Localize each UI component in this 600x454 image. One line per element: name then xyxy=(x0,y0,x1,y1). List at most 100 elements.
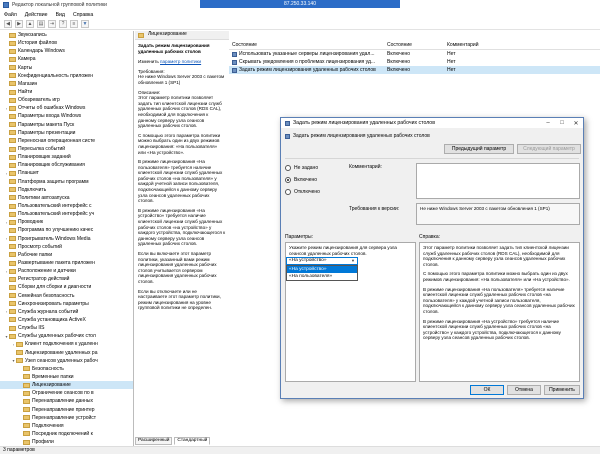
minimize-icon[interactable]: – xyxy=(541,120,555,127)
tree-item[interactable]: Конфиденциальность приложен xyxy=(0,72,133,80)
menu-view[interactable]: Вид xyxy=(56,12,65,18)
option-per-device[interactable]: «На устройство» xyxy=(287,266,357,273)
tree-item[interactable]: Лицензирование xyxy=(0,381,133,390)
tree-item[interactable]: Календарь Windows xyxy=(0,47,133,55)
table-row[interactable]: Задать режим лицензирования удаленных ра… xyxy=(229,66,600,74)
filter-funnel-icon[interactable]: ▼ xyxy=(81,20,89,28)
policy-tree[interactable]: Звукозапись История файлов Календарь Windo… xyxy=(0,31,134,446)
tree-item[interactable]: Синхронизировать параметры xyxy=(0,300,133,308)
tree-item[interactable]: История файлов xyxy=(0,39,133,47)
tree-item[interactable]: Подключения xyxy=(0,422,133,430)
back-arrow-icon[interactable]: ◀ xyxy=(4,20,12,28)
tree-item[interactable]: Сборки для сборки и диагности xyxy=(0,283,133,291)
forward-arrow-icon[interactable]: ▶ xyxy=(15,20,23,28)
tree-item[interactable]: Семейная безопасность xyxy=(0,292,133,300)
folder-icon xyxy=(9,122,16,128)
tree-item-label: Лицензирование xyxy=(32,382,71,389)
tree-item[interactable]: › Проигрыватель Windows Media xyxy=(0,235,133,243)
tree-item[interactable]: Пользовательский интерфейс уч xyxy=(0,210,133,218)
apply-button[interactable]: Применить xyxy=(544,385,580,395)
table-row[interactable]: Скрывать уведомления о проблемах лицензи… xyxy=(229,58,600,66)
show-hide-tree-icon[interactable]: ▤ xyxy=(37,20,45,28)
previous-setting-button[interactable]: Предыдущий параметр xyxy=(444,144,514,154)
export-list-icon[interactable]: ⇥ xyxy=(48,20,56,28)
tab-standard[interactable]: Стандартный xyxy=(174,437,211,445)
tree-item[interactable]: Рабочие папки xyxy=(0,251,133,259)
tree-item[interactable]: Пересылка событий xyxy=(0,145,133,153)
menu-file[interactable]: Файл xyxy=(4,12,17,18)
tree-item[interactable]: Безопасность xyxy=(0,365,133,373)
radio-enabled[interactable]: Включено xyxy=(285,177,317,183)
tree-item[interactable]: Найти xyxy=(0,88,133,96)
tab-extended[interactable]: Расширенный xyxy=(135,437,173,445)
tree-item[interactable]: Просмотр событий xyxy=(0,243,133,251)
tree-item[interactable]: Лицензирование удаленных ра xyxy=(0,348,133,356)
radio-dot[interactable] xyxy=(285,165,291,171)
tree-item[interactable]: Посредник подключений к xyxy=(0,430,133,438)
ok-button[interactable]: ОК xyxy=(470,385,504,395)
tree-item[interactable]: Планировщик заданий xyxy=(0,153,133,161)
tree-item[interactable]: Временные папки xyxy=(0,373,133,381)
status-bar: 3 параметров xyxy=(0,446,600,454)
tree-item[interactable]: Перенаправление данных xyxy=(0,397,133,405)
radio-not-configured[interactable]: Не задано xyxy=(285,165,318,171)
tree-item[interactable]: Параметры макета Пуск xyxy=(0,121,133,129)
tree-item[interactable]: Профили xyxy=(0,438,133,446)
rdp-connection-bar[interactable]: 87.250.33.140 xyxy=(200,0,400,8)
menu-action[interactable]: Действие xyxy=(25,12,48,18)
tree-item[interactable]: › Планшет xyxy=(0,169,133,177)
tree-item[interactable]: Программа по улучшению качес xyxy=(0,226,133,234)
tree-item[interactable]: Подключить xyxy=(0,186,133,194)
radio-disabled[interactable]: Отключено xyxy=(285,189,320,195)
licensing-mode-select[interactable]: «На устройство» ▼ xyxy=(286,257,358,265)
column-header-state[interactable]: Состояние xyxy=(387,42,447,48)
licensing-mode-dropdown: «На устройство» «На пользователя» xyxy=(286,265,358,281)
tree-item[interactable]: Службы IIS xyxy=(0,324,133,332)
tree-item[interactable]: Перенаправление устройст xyxy=(0,414,133,422)
tree-item[interactable]: Параметры входа Windows xyxy=(0,112,133,120)
tree-item[interactable]: Магазин xyxy=(0,80,133,88)
chevron-down-icon[interactable]: ▼ xyxy=(351,258,355,264)
tree-item[interactable]: Камера xyxy=(0,55,133,63)
tree-item[interactable]: Политики автозапуска xyxy=(0,194,133,202)
tree-item-label: Карты xyxy=(18,64,33,71)
radio-dot[interactable] xyxy=(285,189,291,195)
edit-policy-link[interactable]: параметр политики xyxy=(160,59,201,64)
comment-textarea[interactable] xyxy=(416,163,580,199)
column-header-comment[interactable]: Комментарий xyxy=(447,42,507,48)
tree-item[interactable]: ▾ Службы удаленных рабочих стол xyxy=(0,332,133,340)
tree-item[interactable]: › Расположение и датчики xyxy=(0,267,133,275)
tree-item[interactable]: › Служба журнала событий xyxy=(0,308,133,316)
tree-item[interactable]: Пользовательский интерфейс с xyxy=(0,202,133,210)
tree-item[interactable]: Планировщик обслуживания xyxy=(0,161,133,169)
tree-item[interactable]: ▾ Узел сеансов удаленных рабоч xyxy=(0,357,133,365)
tree-item[interactable]: Платформа защиты программ xyxy=(0,178,133,186)
tree-item[interactable]: Параметры презентации xyxy=(0,129,133,137)
tree-item[interactable]: Ограничение сеансов по в xyxy=(0,389,133,397)
tree-item[interactable]: Переносная операционная систе xyxy=(0,137,133,145)
dialog-subtitle: Задать режим лицензирования удаленных ра… xyxy=(293,133,430,139)
tree-item[interactable]: › Отчеты об ошибках Windows xyxy=(0,104,133,112)
cancel-button[interactable]: Отмена xyxy=(507,385,541,395)
table-row[interactable]: Использовать указанные серверы лицензиро… xyxy=(229,50,600,58)
tree-item[interactable]: Регистратор действий xyxy=(0,275,133,283)
help-icon[interactable]: ? xyxy=(59,20,67,28)
tree-item[interactable]: Служба установщика ActiveX xyxy=(0,316,133,324)
tree-item[interactable]: Звукозапись xyxy=(0,31,133,39)
tree-item-label: Планировщик обслуживания xyxy=(18,162,85,169)
tree-item[interactable]: Карты xyxy=(0,64,133,72)
option-per-user[interactable]: «На пользователя» xyxy=(287,273,357,280)
tree-item[interactable]: › Клиент подключения к удаленн xyxy=(0,340,133,348)
tree-item[interactable]: Развертывание пакета приложен xyxy=(0,259,133,267)
tree-item[interactable]: › Проводник xyxy=(0,218,133,226)
column-header-setting[interactable]: Состояние xyxy=(229,42,387,48)
close-icon[interactable]: ✕ xyxy=(569,120,583,127)
next-setting-button[interactable]: Следующий параметр xyxy=(517,144,581,154)
tree-item[interactable]: Перенаправление принтер xyxy=(0,405,133,413)
maximize-icon[interactable]: □ xyxy=(555,120,569,127)
properties-icon[interactable]: ≡ xyxy=(70,20,78,28)
radio-dot[interactable] xyxy=(285,177,291,183)
tree-item[interactable]: Обозреватель игр xyxy=(0,96,133,104)
menu-help[interactable]: Справка xyxy=(73,12,93,18)
up-folder-icon[interactable]: ▲ xyxy=(26,20,34,28)
